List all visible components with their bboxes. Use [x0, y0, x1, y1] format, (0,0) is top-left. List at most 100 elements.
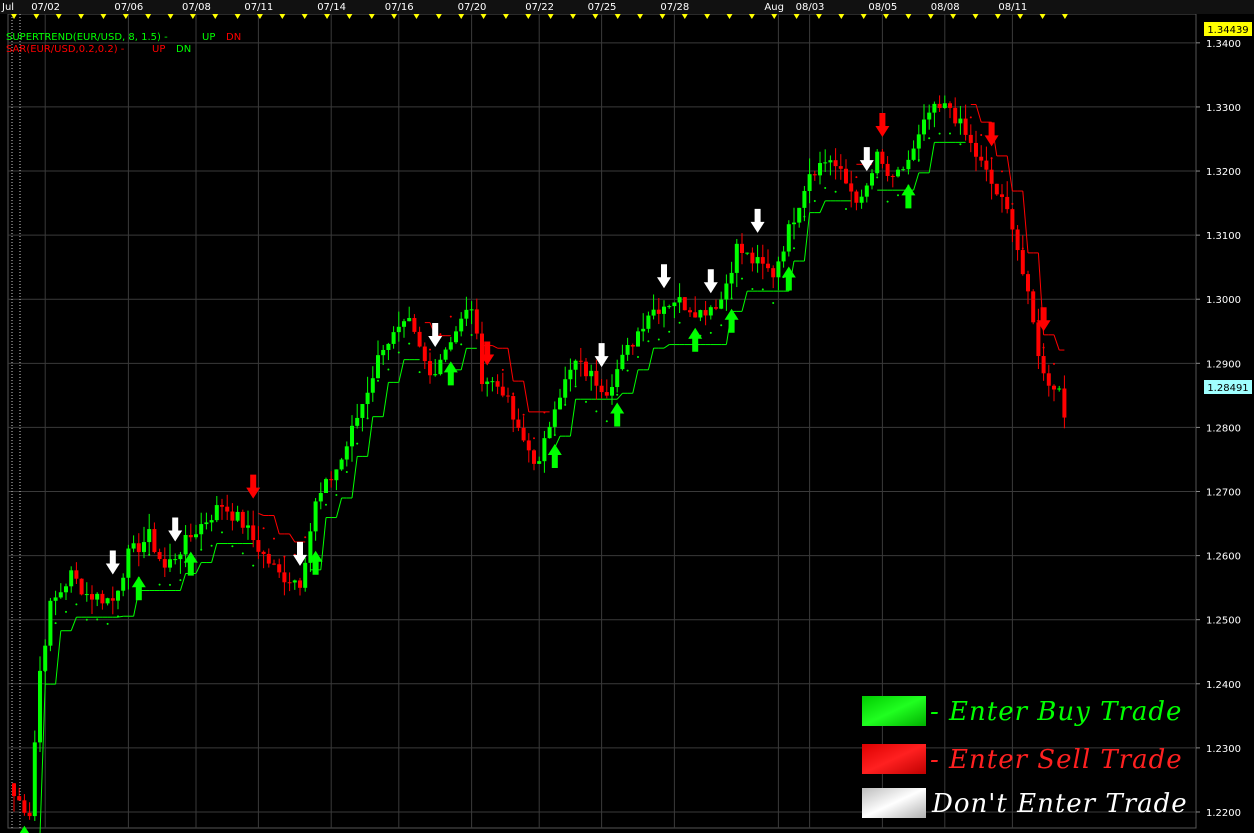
candle-body — [589, 370, 594, 377]
candle-body — [833, 160, 838, 167]
date-tick-label: 07/08 — [182, 2, 211, 13]
candle-body — [911, 148, 916, 160]
candle-body — [381, 349, 386, 356]
candle-body — [209, 520, 214, 523]
legend-buy-swatch — [862, 696, 926, 726]
candle-body — [584, 361, 588, 377]
sar-dot — [1053, 362, 1055, 365]
candle-body — [443, 349, 448, 360]
candle-body — [682, 297, 687, 311]
candle-body — [620, 354, 625, 370]
candle-body — [958, 118, 963, 124]
last-price-value: 1.28491 — [1207, 383, 1248, 394]
candle-body — [864, 185, 869, 197]
sar-dot — [439, 333, 442, 336]
price-tick-label: 1.2700 — [1206, 488, 1241, 499]
candle-body — [859, 196, 864, 203]
candle-body — [412, 318, 417, 332]
candle-body — [53, 597, 58, 601]
candle-body — [178, 554, 183, 560]
candle-body — [838, 166, 843, 169]
candle-body — [818, 163, 822, 176]
sar-dot — [553, 434, 556, 437]
candle-body — [740, 243, 744, 253]
candle-body — [688, 310, 692, 313]
sar-dot — [657, 338, 660, 341]
legend-buy-label: - Enter Buy Trade — [930, 697, 1182, 727]
sar-dot — [533, 437, 535, 440]
date-tick-label: 08/11 — [998, 2, 1027, 13]
sar-dot — [605, 420, 608, 423]
sar-dot — [543, 411, 546, 414]
candle-body — [896, 169, 900, 177]
candle-body — [1000, 194, 1004, 197]
candle-body — [766, 263, 770, 269]
candle-body — [636, 331, 640, 347]
candle-body — [802, 191, 807, 208]
sar-dot — [241, 552, 244, 555]
candle-body — [651, 309, 656, 316]
sar-dot — [574, 385, 577, 388]
candle-body — [318, 492, 323, 502]
sar-dot — [834, 190, 837, 193]
candle-body — [12, 783, 16, 797]
price-tick-label: 1.2800 — [1206, 423, 1241, 434]
legend-sell-label: - Enter Sell Trade — [930, 745, 1183, 775]
candle-body — [734, 243, 739, 273]
candle-body — [526, 440, 531, 451]
candle-body — [235, 511, 240, 521]
sar-dot — [897, 194, 899, 197]
sar-dot — [397, 351, 400, 354]
price-tick-label: 1.2600 — [1206, 552, 1241, 563]
sar-dot — [813, 200, 816, 203]
candle-body — [1041, 356, 1046, 374]
candle-body — [604, 392, 609, 396]
candle-body — [506, 395, 510, 397]
candle-body — [1020, 250, 1025, 275]
sar-dn-label: DN — [176, 44, 191, 55]
candle-body — [963, 118, 968, 135]
date-tick-label: 07/14 — [317, 2, 346, 13]
candle-body — [890, 175, 895, 177]
candle-body — [708, 307, 713, 316]
candle-body — [474, 309, 479, 334]
date-tick-label: 07/20 — [458, 2, 487, 13]
candle-body — [329, 479, 334, 481]
candle-body — [313, 501, 318, 532]
candle-body — [246, 525, 250, 528]
candle-body — [1052, 385, 1056, 390]
candle-body — [573, 360, 578, 370]
candle-body — [433, 374, 438, 376]
candle-body — [277, 564, 282, 573]
candle-body — [662, 306, 666, 314]
sar-dot — [304, 536, 307, 539]
candle-body — [454, 331, 458, 343]
candle-body — [370, 378, 375, 393]
sar-dot — [117, 615, 119, 618]
sar-dot — [429, 348, 431, 351]
sar-dot — [221, 531, 223, 534]
candle-body — [812, 174, 817, 176]
candle-body — [594, 370, 599, 386]
candle-body — [792, 222, 796, 225]
candle-body — [110, 598, 115, 601]
candle-body — [516, 419, 521, 428]
sar-dot — [626, 369, 629, 372]
candle-body — [1031, 291, 1036, 323]
sar-dot — [772, 301, 775, 304]
candle-body — [417, 331, 422, 347]
candle-body — [828, 160, 833, 163]
candle-body — [521, 427, 526, 441]
date-tick-label: Jul — [1, 2, 14, 13]
candle-body — [90, 594, 94, 600]
candle-body — [38, 670, 42, 743]
supertrend-label: SUPERTREND(EUR/USD, 8, 1.5) - — [6, 32, 168, 43]
candle-body — [64, 586, 68, 593]
candle-body — [32, 742, 37, 817]
sar-dot — [325, 503, 327, 506]
candle-body — [188, 534, 193, 538]
date-tick-label: 08/05 — [868, 2, 897, 13]
candle-body — [1010, 209, 1015, 230]
candle-body — [136, 543, 141, 553]
candle-body — [885, 163, 890, 176]
